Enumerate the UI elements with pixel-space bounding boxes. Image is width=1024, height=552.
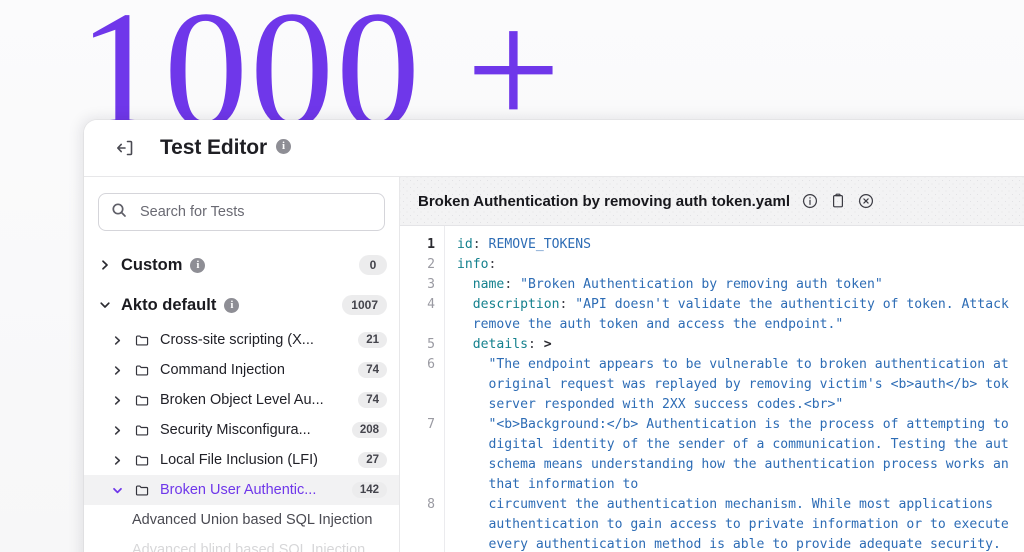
code-line: "<b>Background:</b> Authentication is th… — [457, 417, 1009, 432]
editor-tab-bar: Broken Authentication by removing auth t… — [400, 177, 1024, 226]
panel-body: Custom 0 Akto default 1007 — [84, 177, 1024, 552]
tests-sidebar: Custom 0 Akto default 1007 — [84, 177, 400, 552]
line-number: 5 — [427, 337, 435, 352]
sidebar-group-akto-default[interactable]: Akto default 1007 — [84, 285, 399, 325]
chevron-right-icon — [111, 334, 123, 347]
sidebar-category-label: Local File Inclusion (LFI) — [160, 452, 318, 468]
code-line: schema means understanding how the authe… — [457, 457, 1009, 472]
sidebar-category-count: 74 — [358, 362, 387, 378]
line-number: 3 — [427, 277, 435, 292]
line-number: 6 — [427, 357, 435, 372]
sidebar-category-label: Broken Object Level Au... — [160, 392, 324, 408]
folder-icon — [134, 422, 150, 438]
folder-icon — [134, 482, 150, 498]
code-line: every authentication method is able to p… — [457, 537, 1001, 552]
line-number — [400, 455, 435, 475]
page-title: Test Editor — [160, 136, 268, 159]
line-number — [400, 315, 435, 335]
sidebar-group-label: Akto default — [121, 295, 217, 314]
code-line: server responded with 2XX success codes.… — [457, 397, 844, 412]
sidebar-category-count: 142 — [351, 482, 387, 498]
editor-tab-title: Broken Authentication by removing auth t… — [418, 192, 790, 210]
line-number: 8 — [427, 497, 435, 512]
folder-icon — [134, 332, 150, 348]
chevron-right-icon — [111, 364, 123, 377]
search-icon — [111, 202, 127, 223]
sidebar-test-item[interactable]: Advanced blind based SQL Injection — [84, 535, 399, 552]
code-line: authentication to gain access to private… — [457, 517, 1009, 532]
editor-active-tab[interactable]: Broken Authentication by removing auth t… — [418, 193, 874, 210]
chevron-down-icon — [98, 299, 111, 312]
test-editor-panel: Test Editor i Search for Tests Custom i … — [84, 120, 1024, 552]
chevron-right-icon — [98, 259, 111, 272]
folder-icon — [134, 362, 150, 378]
code-line: original request was replayed by removin… — [457, 377, 1009, 392]
line-number: 1 — [427, 237, 435, 252]
line-number — [400, 535, 435, 552]
code-line: id: REMOVE_TOKENS — [457, 237, 592, 252]
chevron-right-icon — [111, 424, 123, 437]
sidebar-category-broken-user-authentication[interactable]: Broken User Authentic... 142 — [84, 475, 399, 505]
copy-icon[interactable] — [829, 193, 846, 210]
line-number: 2 — [427, 257, 435, 272]
line-number — [400, 435, 435, 455]
line-number — [400, 475, 435, 495]
code-line: digital identity of the sender of a comm… — [457, 437, 1009, 452]
code-line: info: — [457, 257, 497, 272]
sidebar-category-label: Security Misconfigura... — [160, 422, 311, 438]
sidebar-category-local-file-inclusion[interactable]: Local File Inclusion (LFI) 27 — [84, 445, 399, 475]
line-number — [400, 375, 435, 395]
sidebar-test-item[interactable]: Advanced Union based SQL Injection — [84, 505, 399, 535]
panel-header: Test Editor — [84, 120, 1024, 177]
sidebar-category-count: 21 — [358, 332, 387, 348]
chevron-right-icon — [111, 394, 123, 407]
code-line: that information to — [457, 477, 639, 492]
sidebar-category-count: 208 — [351, 422, 387, 438]
line-number — [400, 515, 435, 535]
code-line: details: > — [472, 337, 552, 352]
code-line: remove the auth token and access the end… — [457, 317, 844, 332]
sidebar-category-count: 74 — [358, 392, 387, 408]
sidebar-group-label: Custom — [121, 255, 183, 274]
code-line: name: "Broken Authentication by removing… — [472, 277, 883, 292]
sidebar-group-custom[interactable]: Custom 0 — [84, 245, 399, 285]
akto-default-group-info-icon[interactable] — [224, 297, 240, 313]
sidebar-category-broken-object-level-auth[interactable]: Broken Object Level Au... 74 — [84, 385, 399, 415]
collapse-left-icon[interactable] — [114, 137, 136, 159]
close-circle-icon[interactable] — [857, 193, 874, 210]
line-number: 4 — [427, 297, 435, 312]
line-number — [400, 395, 435, 415]
code-line-numbers: 1 2 3 4 5 6 7 8 — [400, 226, 444, 552]
panel-title-info-icon[interactable] — [276, 138, 292, 154]
folder-icon — [134, 452, 150, 468]
chevron-down-icon — [111, 484, 123, 497]
info-icon[interactable] — [801, 193, 818, 210]
sidebar-category-label: Command Injection — [160, 362, 285, 378]
code-content[interactable]: id: REMOVE_TOKENS info: name: "Broken Aut… — [444, 226, 1024, 552]
folder-icon — [134, 392, 150, 408]
code-line: "The endpoint appears to be vulnerable t… — [457, 357, 1009, 372]
line-number: 7 — [427, 417, 435, 432]
code-line: circumvent the authentication mechanism.… — [457, 497, 994, 512]
custom-group-info-icon[interactable] — [190, 257, 206, 273]
chevron-right-icon — [111, 454, 123, 467]
search-input[interactable] — [140, 204, 372, 220]
sidebar-group-count: 0 — [359, 255, 387, 275]
sidebar-category-security-misconfiguration[interactable]: Security Misconfigura... 208 — [84, 415, 399, 445]
editor-pane: Broken Authentication by removing auth t… — [400, 177, 1024, 552]
sidebar-category-command-injection[interactable]: Command Injection 74 — [84, 355, 399, 385]
search-box[interactable] — [98, 193, 385, 231]
sidebar-category-label: Broken User Authentic... — [160, 482, 317, 498]
sidebar-category-label: Cross-site scripting (X... — [160, 332, 314, 348]
sidebar-category-cross-site-scripting[interactable]: Cross-site scripting (X... 21 — [84, 325, 399, 355]
code-editor[interactable]: 1 2 3 4 5 6 7 8 id: REMOVE_TOKENS info: … — [400, 226, 1024, 552]
sidebar-category-count: 27 — [358, 452, 387, 468]
sidebar-group-count: 1007 — [342, 295, 387, 315]
code-line: description: "API doesn't validate the a… — [472, 297, 1009, 312]
